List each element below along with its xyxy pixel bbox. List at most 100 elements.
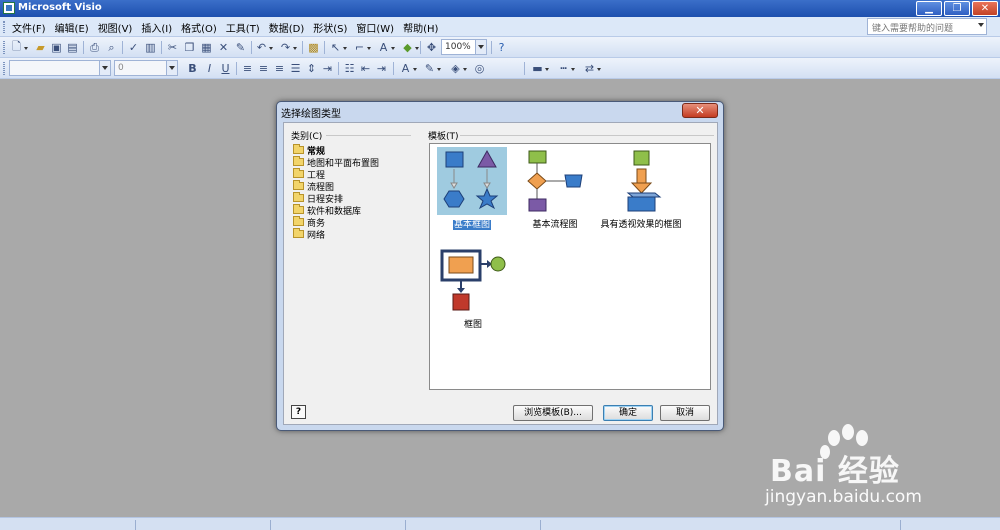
fill-color-icon[interactable]: ◈: [449, 62, 467, 75]
status-cell: [135, 520, 136, 530]
category-item-engineering[interactable]: 工程: [293, 168, 379, 181]
chevron-down-icon[interactable]: [166, 61, 177, 75]
permission-icon[interactable]: ▤: [66, 41, 79, 54]
template-basic-block-diagram[interactable]: 基本框图: [437, 147, 507, 230]
decrease-indent-icon[interactable]: ⇤: [359, 62, 372, 75]
minimize-button[interactable]: ▁: [916, 1, 942, 16]
window-controls: ▁ ❐ ✕: [916, 1, 998, 16]
paste-icon[interactable]: ▦: [200, 41, 213, 54]
menu-view[interactable]: 视图(V): [98, 20, 142, 35]
zoom-value: 100%: [445, 42, 471, 52]
category-item-network[interactable]: 网络: [293, 228, 379, 241]
menu-format[interactable]: 格式(O): [181, 20, 226, 35]
toolbar-grip[interactable]: [3, 41, 5, 54]
font-select[interactable]: [9, 60, 111, 76]
chevron-down-icon[interactable]: [99, 61, 110, 75]
category-item-flowchart[interactable]: 流程图: [293, 180, 379, 193]
menu-file[interactable]: 文件(F): [12, 20, 55, 35]
line-pattern-icon[interactable]: ┅: [557, 62, 575, 75]
category-label: 类别(C): [291, 132, 323, 142]
dialog-close-button[interactable]: ✕: [682, 103, 718, 118]
pointer-icon[interactable]: ↖: [329, 41, 347, 54]
connection-point-icon[interactable]: ◆: [401, 41, 419, 54]
toolbar-grip[interactable]: [3, 62, 5, 75]
category-item-maps[interactable]: 地图和平面布置图: [293, 156, 379, 169]
menu-edit[interactable]: 编辑(E): [55, 20, 98, 35]
copy-icon[interactable]: ❐: [183, 41, 196, 54]
standard-toolbar: 🗋 ▰ ▣ ▤ ⎙ ⌕ ✓ ▥ ✂ ❐ ▦ ✕ ✎ ↶ ↷ ▩ ↖ ⌐ A ◆ …: [0, 37, 1000, 58]
line-ends-icon[interactable]: ⇄: [583, 62, 601, 75]
cancel-button[interactable]: 取消: [660, 405, 710, 421]
shapes-icon[interactable]: ▩: [307, 41, 320, 54]
bullets-icon[interactable]: ☷: [343, 62, 356, 75]
template-block-diagram[interactable]: 框图: [437, 247, 509, 330]
template-label: 模板(T): [428, 132, 459, 142]
restore-button[interactable]: ❐: [944, 1, 970, 16]
underline-button[interactable]: U: [219, 62, 232, 75]
print-icon[interactable]: ⎙: [88, 41, 101, 54]
save-icon[interactable]: ▣: [50, 41, 63, 54]
category-item-software[interactable]: 软件和数据库: [293, 204, 379, 217]
vertical-align-icon[interactable]: ⇕: [305, 62, 318, 75]
toolbar-separator: [491, 41, 492, 54]
menu-help[interactable]: 帮助(H): [403, 20, 447, 35]
increase-indent-icon[interactable]: ⇥: [375, 62, 388, 75]
align-right-icon[interactable]: ≡: [273, 62, 286, 75]
title-bar: Microsoft Visio ▁ ❐ ✕: [0, 0, 1000, 17]
dialog-help-button[interactable]: ?: [291, 405, 306, 419]
indent-icon[interactable]: ⇥: [321, 62, 334, 75]
text-icon[interactable]: A: [377, 41, 395, 54]
toolbar-separator: [420, 41, 421, 54]
line-weight-icon[interactable]: ▬: [531, 62, 549, 75]
menu-insert[interactable]: 插入(I): [141, 20, 181, 35]
align-center-icon[interactable]: ≡: [257, 62, 270, 75]
theme-icon[interactable]: ◎: [473, 62, 486, 75]
delete-icon[interactable]: ✕: [217, 41, 230, 54]
chevron-down-icon[interactable]: [475, 40, 486, 54]
folder-icon: [293, 168, 304, 178]
ok-button[interactable]: 确定: [603, 405, 653, 421]
chevron-down-icon[interactable]: [978, 23, 984, 27]
category-item-general[interactable]: 常规: [293, 144, 379, 157]
justify-icon[interactable]: ☰: [289, 62, 302, 75]
template-caption: 基本框图: [452, 220, 491, 230]
zoom-select[interactable]: 100%: [441, 39, 487, 55]
align-left-icon[interactable]: ≡: [241, 62, 254, 75]
help-icon[interactable]: ?: [495, 41, 508, 54]
print-preview-icon[interactable]: ⌕: [105, 41, 118, 54]
toolbar-separator: [236, 62, 237, 75]
pan-zoom-icon[interactable]: ✥: [425, 41, 438, 54]
toolbar-separator: [122, 41, 123, 54]
help-search-box[interactable]: 键入需要帮助的问题: [867, 18, 987, 35]
bold-button[interactable]: B: [186, 62, 199, 75]
window-title: Microsoft Visio: [18, 2, 102, 13]
category-item-schedule[interactable]: 日程安排: [293, 192, 379, 205]
divider: [460, 135, 714, 136]
spelling-icon[interactable]: ✓: [127, 41, 140, 54]
redo-icon[interactable]: ↷: [279, 41, 297, 54]
font-color-icon[interactable]: A: [399, 62, 417, 75]
connector-icon[interactable]: ⌐: [353, 41, 371, 54]
status-cell: [540, 520, 541, 530]
font-size-select[interactable]: 0: [114, 60, 178, 76]
menu-window[interactable]: 窗口(W): [356, 20, 403, 35]
menu-shape[interactable]: 形状(S): [313, 20, 356, 35]
new-icon[interactable]: 🗋: [10, 40, 28, 54]
close-window-button[interactable]: ✕: [972, 1, 998, 16]
line-color-icon[interactable]: ✎: [423, 62, 441, 75]
template-perspective-block-diagram[interactable]: 具有透视效果的框图: [596, 147, 686, 230]
menu-data[interactable]: 数据(D): [269, 20, 314, 35]
research-icon[interactable]: ▥: [144, 41, 157, 54]
template-caption: 基本流程图: [532, 220, 578, 230]
open-icon[interactable]: ▰: [34, 41, 47, 54]
format-painter-icon[interactable]: ✎: [234, 41, 247, 54]
template-basic-flowchart[interactable]: 基本流程图: [525, 147, 585, 230]
browse-templates-button[interactable]: 浏览模板(B)...: [513, 405, 593, 421]
italic-button[interactable]: I: [203, 62, 216, 75]
category-item-business[interactable]: 商务: [293, 216, 379, 229]
folder-icon: [293, 216, 304, 226]
menu-grip[interactable]: [3, 21, 5, 33]
cut-icon[interactable]: ✂: [166, 41, 179, 54]
undo-icon[interactable]: ↶: [255, 41, 273, 54]
menu-tools[interactable]: 工具(T): [226, 20, 269, 35]
